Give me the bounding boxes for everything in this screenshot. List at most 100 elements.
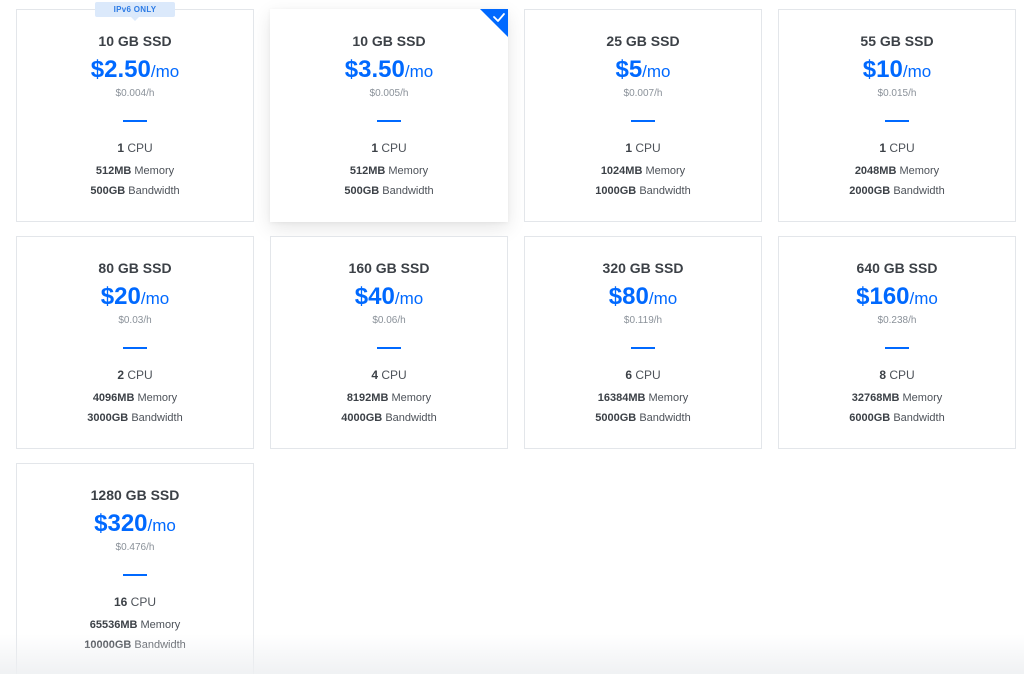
- plan-size: 25 GB SSD: [606, 33, 680, 49]
- bandwidth-label: Bandwidth: [639, 412, 691, 424]
- divider: [377, 120, 401, 122]
- cpu-count: 1: [625, 141, 632, 155]
- plan-grid: 10 GB SSD $2.50/mo $0.004/h 1 CPU 512MB …: [0, 0, 1024, 674]
- bandwidth-label: Bandwidth: [131, 412, 183, 424]
- plan-size: 640 GB SSD: [856, 260, 938, 276]
- plan-hourly-price: $0.06/h: [372, 315, 406, 326]
- plan-price: $5: [615, 56, 643, 83]
- bandwidth-value: 5000GB: [595, 412, 637, 424]
- plan-memory: 16384MB Memory: [525, 392, 761, 404]
- plan-card-640gb[interactable]: 640 GB SSD $160/mo $0.238/h 8 CPU 32768M…: [778, 236, 1016, 449]
- bandwidth-label: Bandwidth: [385, 412, 437, 424]
- cpu-label: CPU: [381, 368, 407, 382]
- plan-hourly-price: $0.476/h: [115, 542, 155, 553]
- plan-cpu: 1 CPU: [779, 141, 1015, 155]
- plan-card-160gb[interactable]: 160 GB SSD $40/mo $0.06/h 4 CPU 8192MB M…: [270, 236, 508, 449]
- plan-card-25gb[interactable]: 25 GB SSD $5/mo $0.007/h 1 CPU 1024MB Me…: [524, 9, 762, 222]
- cpu-count: 1: [879, 141, 886, 155]
- bandwidth-value: 2000GB: [849, 185, 891, 197]
- cpu-count: 1: [371, 141, 378, 155]
- plan-cpu: 6 CPU: [525, 368, 761, 382]
- plan-price-row: $320/mo: [17, 509, 253, 542]
- plan-bandwidth: 3000GB Bandwidth: [17, 412, 253, 424]
- divider: [631, 347, 655, 349]
- plan-memory: 1024MB Memory: [525, 165, 761, 177]
- plan-size: 55 GB SSD: [860, 33, 934, 49]
- memory-label: Memory: [902, 392, 943, 404]
- memory-value: 2048MB: [854, 165, 897, 177]
- plan-hourly-price: $0.03/h: [118, 315, 152, 326]
- bandwidth-value: 1000GB: [595, 185, 637, 197]
- bandwidth-label: Bandwidth: [128, 185, 180, 197]
- plan-period: /mo: [147, 516, 176, 535]
- memory-value: 8192MB: [346, 392, 389, 404]
- plan-bandwidth: 4000GB Bandwidth: [271, 412, 507, 424]
- bandwidth-value: 10000GB: [84, 639, 132, 651]
- plan-card-55gb[interactable]: 55 GB SSD $10/mo $0.015/h 1 CPU 2048MB M…: [778, 9, 1016, 222]
- cpu-count: 6: [625, 368, 632, 382]
- memory-label: Memory: [388, 165, 429, 177]
- plan-price-row: $3.50/mo: [271, 55, 507, 88]
- bandwidth-value: 6000GB: [849, 412, 891, 424]
- plan-size: 10 GB SSD: [352, 33, 426, 49]
- plan-price-row: $40/mo: [271, 282, 507, 315]
- plan-bandwidth: 500GB Bandwidth: [271, 185, 507, 197]
- plan-card-80gb[interactable]: 80 GB SSD $20/mo $0.03/h 2 CPU 4096MB Me…: [16, 236, 254, 449]
- plan-price-row: $20/mo: [17, 282, 253, 315]
- bandwidth-label: Bandwidth: [134, 639, 186, 651]
- divider: [885, 120, 909, 122]
- plan-hourly-price: $0.119/h: [623, 315, 663, 326]
- plan-period: /mo: [902, 62, 932, 81]
- plan-price: $80: [608, 283, 649, 310]
- plan-bandwidth: 1000GB Bandwidth: [525, 185, 761, 197]
- memory-value: 65536MB: [89, 619, 138, 631]
- plan-size: 1280 GB SSD: [90, 487, 180, 503]
- plan-cpu: 1 CPU: [271, 141, 507, 155]
- plan-period: /mo: [648, 289, 678, 308]
- plan-period: /mo: [150, 62, 180, 81]
- plan-period: /mo: [909, 289, 938, 308]
- ipv6-only-badge: IPv6 ONLY: [95, 2, 175, 17]
- memory-value: 16384MB: [597, 392, 646, 404]
- plan-card-10gb-selected[interactable]: 10 GB SSD $3.50/mo $0.005/h 1 CPU 512MB …: [270, 9, 508, 222]
- plan-bandwidth: 10000GB Bandwidth: [17, 639, 253, 651]
- plan-memory: 32768MB Memory: [779, 392, 1015, 404]
- plan-price: $160: [856, 283, 910, 310]
- plan-memory: 65536MB Memory: [17, 619, 253, 631]
- plan-size: 10 GB SSD: [98, 33, 172, 49]
- plan-hourly-price: $0.007/h: [623, 88, 663, 99]
- plan-card-320gb[interactable]: 320 GB SSD $80/mo $0.119/h 6 CPU 16384MB…: [524, 236, 762, 449]
- divider: [377, 347, 401, 349]
- plan-size: 80 GB SSD: [98, 260, 172, 276]
- cpu-count: 2: [117, 368, 124, 382]
- memory-value: 32768MB: [851, 392, 900, 404]
- divider: [885, 347, 909, 349]
- plan-card-1280gb[interactable]: 1280 GB SSD $320/mo $0.476/h 16 CPU 6553…: [16, 463, 254, 674]
- cpu-count: 16: [113, 595, 128, 609]
- memory-value: 512MB: [349, 165, 386, 177]
- cpu-label: CPU: [889, 141, 915, 155]
- memory-label: Memory: [140, 619, 181, 631]
- plan-size: 320 GB SSD: [602, 260, 684, 276]
- divider: [123, 120, 147, 122]
- memory-label: Memory: [899, 165, 940, 177]
- plan-price-row: $80/mo: [525, 282, 761, 315]
- memory-label: Memory: [137, 392, 178, 404]
- plan-size: 160 GB SSD: [348, 260, 430, 276]
- plan-price-row: $2.50/mo: [17, 55, 253, 88]
- cpu-label: CPU: [635, 368, 661, 382]
- plan-cpu: 1 CPU: [17, 141, 253, 155]
- plan-bandwidth: 5000GB Bandwidth: [525, 412, 761, 424]
- plan-card-10gb-ipv6[interactable]: 10 GB SSD $2.50/mo $0.004/h 1 CPU 512MB …: [16, 9, 254, 222]
- bandwidth-value: 500GB: [344, 185, 380, 197]
- plan-memory: 2048MB Memory: [779, 165, 1015, 177]
- bandwidth-value: 4000GB: [341, 412, 383, 424]
- bandwidth-label: Bandwidth: [893, 412, 945, 424]
- memory-value: 512MB: [95, 165, 132, 177]
- plan-cpu: 8 CPU: [779, 368, 1015, 382]
- plan-memory: 8192MB Memory: [271, 392, 507, 404]
- plan-price-row: $160/mo: [779, 282, 1015, 315]
- plan-price: $2.50: [90, 56, 151, 83]
- plan-period: /mo: [404, 62, 434, 81]
- plan-period: /mo: [642, 62, 671, 81]
